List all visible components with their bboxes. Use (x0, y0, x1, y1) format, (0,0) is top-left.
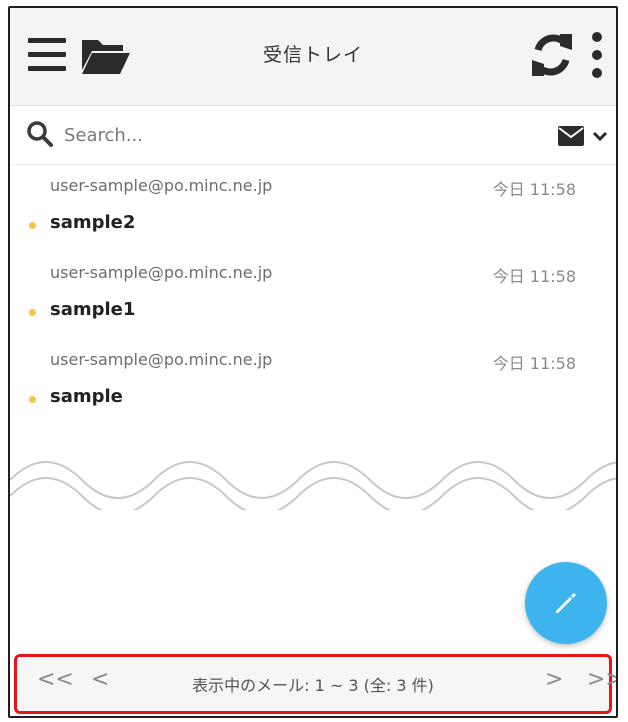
kebab-menu-icon[interactable] (590, 32, 604, 82)
message-item[interactable]: user-sample@po.minc.ne.jp 今日 11:58 sampl… (10, 253, 616, 339)
search-icon (27, 121, 53, 147)
message-sender: user-sample@po.minc.ne.jp (50, 263, 273, 282)
message-time: 今日 11:58 (492, 180, 576, 199)
search-bar (10, 106, 616, 165)
mail-app-window: 受信トレイ user-sample@po.minc.ne.jp 今日 11:58 (8, 6, 618, 718)
chevron-down-icon[interactable] (592, 128, 608, 144)
unread-indicator (29, 396, 36, 403)
message-subject: sample2 (50, 212, 136, 233)
pagination-status: 表示中のメール: 1 ~ 3 (全: 3 件) (192, 676, 434, 695)
envelope-icon[interactable] (558, 126, 584, 146)
wave-divider (10, 461, 616, 510)
message-item[interactable]: user-sample@po.minc.ne.jp 今日 11:58 sampl… (10, 166, 616, 252)
message-time: 今日 11:58 (492, 354, 576, 373)
page-title: 受信トレイ (262, 44, 363, 66)
compose-button[interactable] (525, 562, 607, 644)
message-time: 今日 11:58 (492, 267, 576, 286)
message-sender: user-sample@po.minc.ne.jp (50, 350, 273, 369)
unread-indicator (29, 309, 36, 316)
pencil-icon (556, 593, 576, 613)
message-sender: user-sample@po.minc.ne.jp (50, 176, 273, 195)
message-subject: sample1 (50, 299, 136, 320)
refresh-icon[interactable] (530, 30, 574, 80)
last-page-button[interactable]: >> (587, 667, 616, 692)
search-input[interactable] (62, 119, 446, 151)
next-page-button[interactable]: > (545, 667, 563, 692)
message-item[interactable]: user-sample@po.minc.ne.jp 今日 11:58 sampl… (10, 340, 616, 426)
message-subject: sample (50, 386, 123, 407)
app-header: 受信トレイ (10, 8, 616, 106)
pagination-bar: << < 表示中のメール: 1 ~ 3 (全: 3 件) > >> (14, 654, 616, 714)
unread-indicator (29, 222, 36, 229)
